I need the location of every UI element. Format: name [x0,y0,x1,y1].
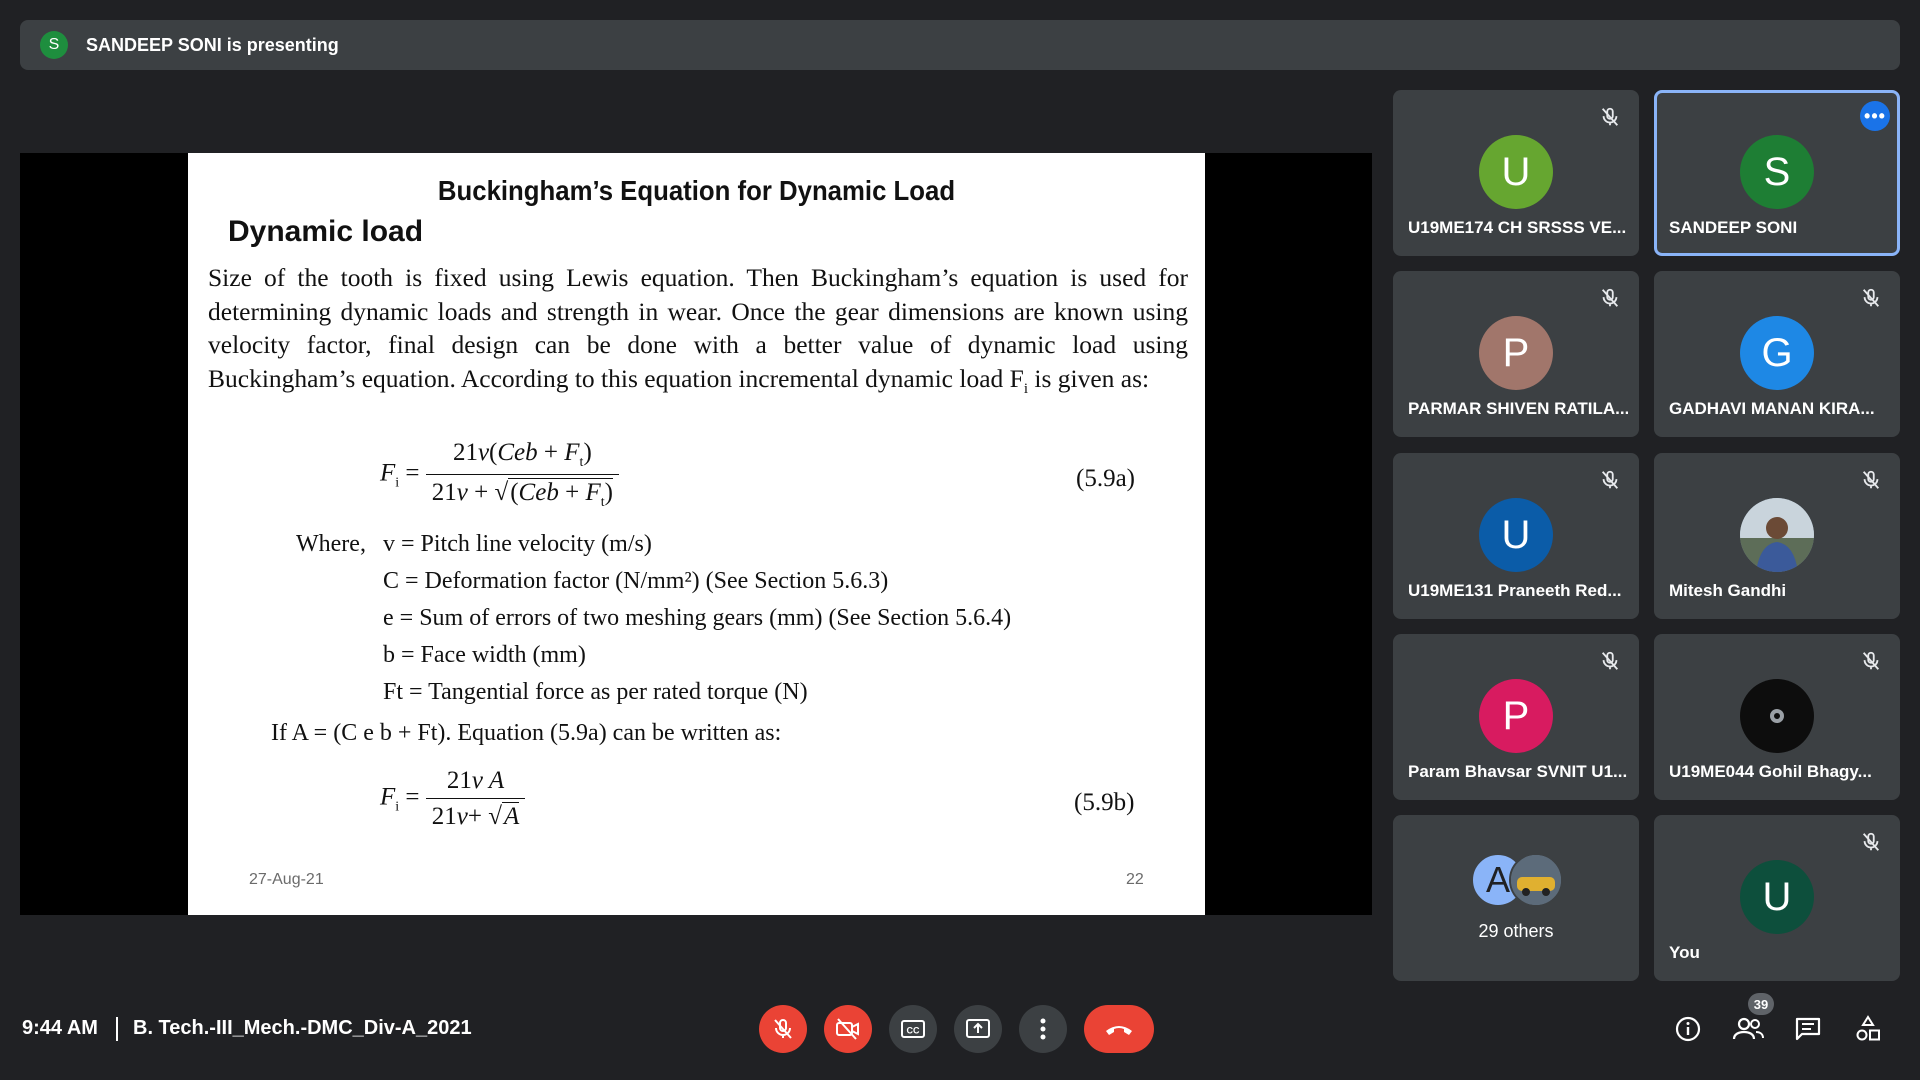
others-tile[interactable]: A 29 others [1393,815,1639,981]
self-tile[interactable]: U You [1654,815,1900,981]
more-options-icon[interactable]: ••• [1860,101,1890,131]
present-screen-icon [966,1019,990,1038]
equation-5-9a: Fi = 21v(Ceb + Ft) 21v + √(Ceb + Ft) [380,439,619,511]
participant-name: GADHAVI MANAN KIRA... [1669,399,1875,418]
definition-b: b = Face width (mm) [383,642,586,668]
mic-off-icon [1860,469,1882,491]
participant-avatar: P [1479,316,1553,390]
leave-call-button[interactable] [1084,1005,1154,1053]
participant-name: You [1669,943,1700,962]
meeting-details-button[interactable] [1672,1013,1704,1045]
chat-icon [1795,1017,1821,1041]
participant-tile-active[interactable]: S ••• SANDEEP SONI [1654,90,1900,256]
definition-ft: Ft = Tangential force as per rated torqu… [383,679,808,705]
mic-off-icon [1599,469,1621,491]
people-icon [1732,1017,1764,1040]
definition-c: C = Deformation factor (N/mm²) (See Sect… [383,568,889,594]
slide-date: 27-Aug-21 [249,871,324,888]
where-label: Where, [296,531,366,557]
closed-captions-icon: CC [901,1020,925,1038]
participant-tile[interactable]: U19ME044 Gohil Bhagy... [1654,634,1900,800]
mic-off-icon [1599,106,1621,128]
presentation-stage: Buckingham’s Equation for Dynamic Load D… [20,153,1372,915]
captions-button[interactable]: CC [889,1005,937,1053]
participant-name: PARMAR SHIVEN RATILA... [1408,399,1628,418]
participant-avatar: P [1479,679,1553,753]
people-button[interactable] [1732,1013,1764,1045]
slide-paragraph: Size of the tooth is fixed using Lewis e… [208,261,1188,406]
shared-slide: Buckingham’s Equation for Dynamic Load D… [188,153,1205,915]
participant-name: Param Bhavsar SVNIT U1... [1408,762,1628,781]
chat-button[interactable] [1792,1013,1824,1045]
if-line: If A = (C e b + Ft). Equation (5.9a) can… [271,720,782,746]
camera-toggle-button[interactable] [824,1005,872,1053]
participant-tile[interactable]: P Param Bhavsar SVNIT U1... [1393,634,1639,800]
others-avatars: A [1471,853,1571,907]
equation-number-b: (5.9b) [1074,789,1135,816]
mic-off-icon [1860,287,1882,309]
participant-avatar: S [1740,135,1814,209]
more-options-button[interactable] [1019,1005,1067,1053]
participant-count-badge: 39 [1748,993,1774,1015]
camera-off-icon [836,1018,859,1040]
participant-tile[interactable]: U U19ME174 CH SRSSS VE... [1393,90,1639,256]
participant-avatar: G [1740,316,1814,390]
mic-off-icon [774,1019,792,1039]
participant-name: U19ME131 Praneeth Red... [1408,581,1622,600]
definition-e: e = Sum of errors of two meshing gears (… [383,605,1012,631]
hang-up-icon [1106,1026,1132,1035]
presenting-text: SANDEEP SONI is presenting [86,34,339,55]
mic-off-icon [1860,650,1882,672]
activities-icon [1856,1015,1880,1041]
participant-name: SANDEEP SONI [1669,218,1798,237]
info-icon [1675,1016,1701,1042]
mic-off-icon [1599,287,1621,309]
self-avatar: U [1740,860,1814,934]
participant-photo [1740,498,1814,572]
participant-tile[interactable]: Mitesh Gandhi [1654,453,1900,619]
participant-tile[interactable]: U U19ME131 Praneeth Red... [1393,453,1639,619]
activities-button[interactable] [1852,1013,1884,1045]
presenter-avatar: S [40,31,68,59]
svg-text:CC: CC [907,1026,920,1036]
equation-5-9b: Fi = 21v A 21v+ √A [380,767,526,831]
current-time: 9:44 AM [22,1017,98,1039]
present-now-button[interactable] [954,1005,1002,1053]
participant-tile[interactable]: P PARMAR SHIVEN RATILA... [1393,271,1639,437]
divider [116,1017,118,1041]
slide-page-number: 22 [1126,871,1144,888]
meeting-name: B. Tech.-III_Mech.-DMC_Div-A_2021 [133,1017,472,1039]
more-vert-icon [1040,1018,1046,1040]
participant-name: Mitesh Gandhi [1669,581,1787,600]
paragraph-end: is given as: [1028,363,1150,393]
others-avatar-photo [1509,853,1563,907]
definition-v: v = Pitch line velocity (m/s) [383,531,652,557]
others-count-label: 29 others [1478,921,1554,941]
bottom-control-bar: 9:44 AM B. Tech.-III_Mech.-DMC_Div-A_202… [0,975,1920,1080]
equation-number-a: (5.9a) [1076,465,1135,492]
slide-subtitle: Dynamic load [228,215,424,248]
participant-avatar: U [1479,498,1553,572]
presenting-banner: S SANDEEP SONI is presenting [20,20,1900,70]
participant-avatar: U [1479,135,1553,209]
slide-title: Buckingham’s Equation for Dynamic Load [437,175,956,206]
mic-off-icon [1860,831,1882,853]
participant-tile[interactable]: G GADHAVI MANAN KIRA... [1654,271,1900,437]
mic-off-icon [1599,650,1621,672]
microphone-toggle-button[interactable] [759,1005,807,1053]
participant-photo [1740,679,1814,753]
participant-name: U19ME044 Gohil Bhagy... [1669,762,1872,781]
participant-name: U19ME174 CH SRSSS VE... [1408,218,1627,237]
